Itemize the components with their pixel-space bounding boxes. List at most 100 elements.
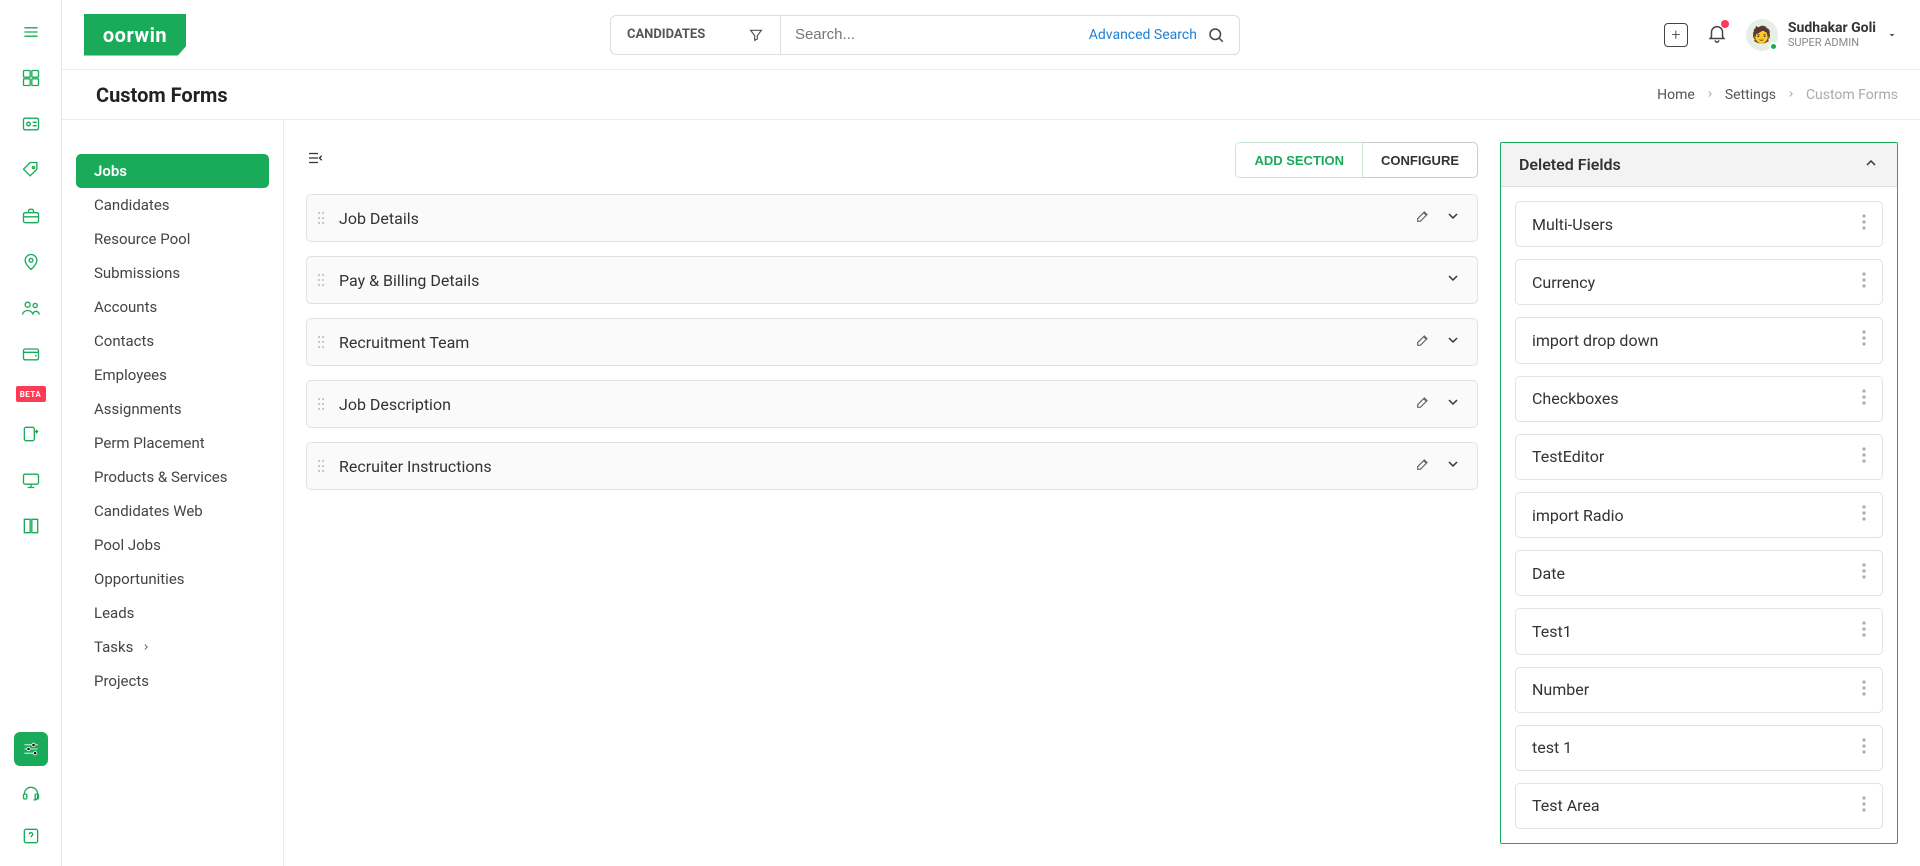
expand-section-button[interactable] <box>1445 394 1461 414</box>
sidebar-item-label: Resource Pool <box>94 230 190 248</box>
section-row[interactable]: Job Details <box>306 194 1478 242</box>
deleted-field-label: Number <box>1532 680 1589 699</box>
deleted-field-item[interactable]: TestEditor <box>1515 434 1883 480</box>
deleted-field-item[interactable]: Test Area <box>1515 783 1883 829</box>
user-role: SUPER ADMIN <box>1788 36 1876 49</box>
settings-icon[interactable] <box>14 732 48 766</box>
item-menu-button[interactable] <box>1862 330 1866 350</box>
deleted-field-item[interactable]: Checkboxes <box>1515 376 1883 422</box>
book-icon[interactable] <box>17 512 45 540</box>
user-menu[interactable]: 🧑 Sudhakar Goli SUPER ADMIN <box>1746 19 1898 51</box>
notification-dot <box>1721 20 1729 28</box>
sidebar-item-label: Candidates Web <box>94 502 203 520</box>
sidebar-item-opportunities[interactable]: Opportunities <box>76 562 269 596</box>
configure-button[interactable]: CONFIGURE <box>1363 142 1478 178</box>
item-menu-button[interactable] <box>1862 621 1866 641</box>
sidebar-item-jobs[interactable]: Jobs <box>76 154 269 188</box>
deleted-field-label: Checkboxes <box>1532 389 1619 408</box>
item-menu-button[interactable] <box>1862 389 1866 409</box>
deleted-field-item[interactable]: Date <box>1515 550 1883 596</box>
expand-section-button[interactable] <box>1445 332 1461 352</box>
brand-logo[interactable]: oorwin <box>84 14 186 56</box>
briefcase-icon[interactable] <box>17 202 45 230</box>
notifications-button[interactable] <box>1706 22 1728 48</box>
wallet-icon[interactable] <box>17 340 45 368</box>
expand-section-button[interactable] <box>1445 208 1461 228</box>
sidebar-item-submissions[interactable]: Submissions <box>76 256 269 290</box>
item-menu-button[interactable] <box>1862 796 1866 816</box>
search-icon[interactable] <box>1207 26 1225 44</box>
add-section-button[interactable]: ADD SECTION <box>1235 142 1363 178</box>
advanced-search-link[interactable]: Advanced Search <box>1089 27 1197 43</box>
drag-handle-icon[interactable] <box>317 334 325 350</box>
edit-section-button[interactable] <box>1415 456 1431 476</box>
sidebar-item-assignments[interactable]: Assignments <box>76 392 269 426</box>
global-search: CANDIDATES Advanced Search <box>610 15 1240 55</box>
panel-collapse-toggle[interactable] <box>1863 155 1879 175</box>
deleted-field-item[interactable]: Test1 <box>1515 608 1883 654</box>
expand-section-button[interactable] <box>1445 456 1461 476</box>
search-input[interactable] <box>795 26 1079 43</box>
deleted-field-item[interactable]: Number <box>1515 667 1883 713</box>
item-menu-button[interactable] <box>1862 214 1866 234</box>
people-icon[interactable] <box>17 294 45 322</box>
item-menu-button[interactable] <box>1862 680 1866 700</box>
sidebar-item-pool-jobs[interactable]: Pool Jobs <box>76 528 269 562</box>
sidebar-item-candidates-web[interactable]: Candidates Web <box>76 494 269 528</box>
item-menu-button[interactable] <box>1862 738 1866 758</box>
search-category-selector[interactable]: CANDIDATES <box>611 16 781 54</box>
expand-section-button[interactable] <box>1445 270 1461 290</box>
support-icon[interactable] <box>17 780 45 808</box>
deleted-field-item[interactable]: Multi-Users <box>1515 201 1883 247</box>
section-row[interactable]: Recruitment Team <box>306 318 1478 366</box>
edit-section-button[interactable] <box>1415 332 1431 352</box>
deleted-field-item[interactable]: import drop down <box>1515 317 1883 363</box>
sidebar-item-projects[interactable]: Projects <box>76 664 269 698</box>
sidebar-item-leads[interactable]: Leads <box>76 596 269 630</box>
help-icon[interactable] <box>17 822 45 850</box>
sidebar-item-employees[interactable]: Employees <box>76 358 269 392</box>
section-row[interactable]: Pay & Billing Details <box>306 256 1478 304</box>
location-icon[interactable] <box>17 248 45 276</box>
sidebar-item-accounts[interactable]: Accounts <box>76 290 269 324</box>
menu-icon[interactable] <box>17 18 45 46</box>
beta-badge: BETA <box>16 386 46 402</box>
item-menu-button[interactable] <box>1862 272 1866 292</box>
sidebar-item-label: Products & Services <box>94 468 228 486</box>
sidebar-item-resource-pool[interactable]: Resource Pool <box>76 222 269 256</box>
sidebar-item-contacts[interactable]: Contacts <box>76 324 269 358</box>
item-menu-button[interactable] <box>1862 505 1866 525</box>
deleted-field-label: import drop down <box>1532 331 1658 350</box>
dashboard-icon[interactable] <box>17 64 45 92</box>
page-title: Custom Forms <box>96 83 228 107</box>
drag-handle-icon[interactable] <box>317 210 325 226</box>
add-button[interactable]: + <box>1664 23 1688 47</box>
export-icon[interactable] <box>17 420 45 448</box>
edit-section-button[interactable] <box>1415 208 1431 228</box>
breadcrumb-home[interactable]: Home <box>1657 87 1695 103</box>
drag-handle-icon[interactable] <box>317 458 325 474</box>
sidebar-item-tasks[interactable]: Tasks <box>76 630 269 664</box>
monitor-icon[interactable] <box>17 466 45 494</box>
sidebar-item-candidates[interactable]: Candidates <box>76 188 269 222</box>
section-row[interactable]: Job Description <box>306 380 1478 428</box>
collapse-all-button[interactable] <box>306 149 324 171</box>
user-card-icon[interactable] <box>17 110 45 138</box>
drag-handle-icon[interactable] <box>317 272 325 288</box>
section-row[interactable]: Recruiter Instructions <box>306 442 1478 490</box>
chevron-right-icon <box>141 642 151 652</box>
breadcrumb: Home Settings Custom Forms <box>1657 87 1898 103</box>
deleted-field-item[interactable]: Currency <box>1515 259 1883 305</box>
item-menu-button[interactable] <box>1862 563 1866 583</box>
breadcrumb-settings[interactable]: Settings <box>1725 87 1776 103</box>
deleted-field-item[interactable]: test 1 <box>1515 725 1883 771</box>
sidebar-item-products-services[interactable]: Products & Services <box>76 460 269 494</box>
sidebar-item-perm-placement[interactable]: Perm Placement <box>76 426 269 460</box>
search-category-label: CANDIDATES <box>627 27 705 42</box>
deleted-field-item[interactable]: import Radio <box>1515 492 1883 538</box>
drag-handle-icon[interactable] <box>317 396 325 412</box>
item-menu-button[interactable] <box>1862 447 1866 467</box>
deleted-field-label: import Radio <box>1532 506 1624 525</box>
edit-section-button[interactable] <box>1415 394 1431 414</box>
tag-icon[interactable] <box>17 156 45 184</box>
